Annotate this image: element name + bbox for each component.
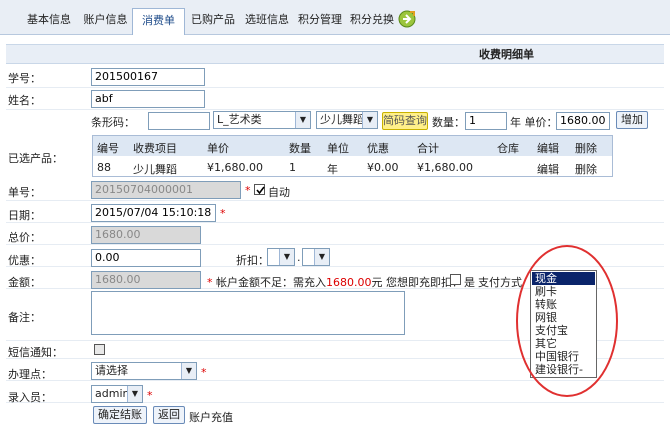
required-mark: *	[245, 184, 251, 197]
receipt-header: 收费明细单	[6, 44, 664, 64]
order-no-label: 单号：	[8, 186, 41, 199]
price-input[interactable]: 1680.00	[556, 112, 610, 130]
col-header-delete: 删除	[575, 142, 597, 155]
remark-label: 备注：	[8, 311, 41, 324]
col-header-price: 单价	[207, 142, 229, 155]
category-select[interactable]: L_艺术类 ▼	[213, 111, 311, 129]
chevron-down-icon: ▼	[181, 363, 196, 379]
sms-label: 短信通知：	[8, 346, 63, 359]
remark-textarea[interactable]	[91, 291, 405, 335]
order-no-input: 20150704000001	[91, 181, 241, 199]
amount-input: 1680.00	[91, 271, 201, 289]
col-header-edit: 编辑	[537, 142, 559, 155]
col-header-id: 编号	[97, 142, 119, 155]
student-id-label: 学号：	[8, 72, 41, 85]
yes-label: 是	[464, 276, 475, 289]
required-mark: *	[220, 207, 226, 220]
category-select-value: L_艺术类	[217, 113, 262, 126]
col-header-total: 合计	[417, 142, 439, 155]
operator-select[interactable]: admin ▼	[91, 385, 143, 403]
tab-points-exchange[interactable]: 积分兑换	[346, 10, 398, 30]
cell-total: ¥1,680.00	[417, 161, 473, 174]
name-input[interactable]: abf	[91, 90, 205, 108]
auto-checkbox[interactable]	[254, 184, 265, 195]
name-label: 姓名：	[8, 94, 41, 107]
tab-purchased[interactable]: 已购产品	[186, 10, 240, 30]
col-header-unit: 单位	[327, 142, 349, 155]
total-input: 1680.00	[91, 226, 201, 244]
branch-label: 办理点：	[8, 368, 52, 381]
col-header-item: 收费项目	[133, 142, 177, 155]
amount-label: 金额：	[8, 276, 41, 289]
tab-consumption[interactable]: 消费单	[132, 8, 185, 35]
operator-select-value: admin	[95, 387, 130, 400]
add-button[interactable]: 增加	[616, 111, 648, 129]
cell-price: ¥1,680.00	[207, 161, 263, 174]
barcode-input[interactable]	[148, 112, 210, 130]
item-select[interactable]: 少儿舞蹈 ▼	[316, 111, 378, 129]
chevron-down-icon: ▼	[295, 112, 310, 128]
confirm-checkout-button[interactable]: 确定结账	[93, 406, 147, 424]
edit-link[interactable]: 编辑	[537, 161, 559, 177]
chevron-down-icon: ▼	[279, 249, 294, 265]
tab-points[interactable]: 积分管理	[294, 10, 346, 30]
student-id-input[interactable]: 201500167	[91, 68, 205, 86]
col-header-qty: 数量	[289, 142, 311, 155]
branch-select[interactable]: 请选择 ▼	[91, 362, 197, 380]
discount-input[interactable]: 0.00	[91, 249, 201, 267]
required-mark: *	[147, 389, 153, 402]
qty-input[interactable]: 1	[465, 112, 507, 130]
rebate-select-int[interactable]: ▼	[267, 248, 295, 266]
date-input[interactable]: 2015/07/04 15:10:18	[91, 204, 216, 222]
highlight-circle	[516, 245, 618, 397]
cell-item: 少儿舞蹈	[133, 163, 177, 176]
rebate-label: 折扣：	[236, 254, 269, 267]
discount-label: 优惠：	[8, 254, 41, 267]
price-label: 年 单价：	[510, 116, 558, 129]
tab-basic-info[interactable]: 基本信息	[20, 10, 78, 30]
cell-unit: 年	[327, 163, 338, 176]
selected-products-label: 已选产品：	[8, 152, 63, 165]
branch-select-value: 请选择	[95, 364, 128, 377]
total-label: 总价：	[8, 231, 41, 244]
chevron-down-icon: ▼	[127, 386, 142, 402]
qty-label: 数量：	[432, 116, 465, 129]
pay-method-label: 支付方式	[478, 276, 522, 289]
rebate-dot: .	[297, 251, 301, 264]
insufficient-amount: 1680.00	[326, 276, 372, 289]
date-label: 日期：	[8, 209, 41, 222]
cell-discount: ¥0.00	[367, 161, 399, 174]
auto-label: 自动	[268, 186, 290, 199]
insufficient-message: * 帐户金额不足：需充入1680.00元 您想即充即扣？	[207, 274, 463, 290]
chevron-down-icon: ▼	[314, 249, 329, 265]
instant-charge-checkbox[interactable]	[450, 274, 461, 285]
chevron-down-icon: ▼	[362, 112, 377, 128]
item-select-value: 少儿舞蹈	[320, 113, 364, 126]
next-arrow-icon[interactable]	[398, 10, 416, 28]
recharge-link[interactable]: 账户充值	[189, 409, 233, 425]
sms-checkbox[interactable]	[94, 344, 105, 355]
delete-link[interactable]: 删除	[575, 161, 597, 177]
back-button[interactable]: 返回	[153, 406, 185, 424]
col-header-discount: 优惠	[367, 142, 389, 155]
required-mark: *	[207, 276, 213, 289]
insufficient-pre: 帐户金额不足：需充入	[216, 276, 326, 289]
operator-label: 录入员：	[8, 391, 52, 404]
rebate-select-dec[interactable]: ▼	[302, 248, 330, 266]
cell-id: 88	[97, 161, 111, 174]
barcode-label: 条形码：	[91, 116, 135, 129]
tab-account-info[interactable]: 账户信息	[78, 10, 133, 30]
tab-class-selection[interactable]: 选班信息	[240, 10, 294, 30]
col-header-warehouse: 仓库	[497, 142, 519, 155]
cell-qty: 1	[289, 161, 296, 174]
required-mark: *	[201, 366, 207, 379]
product-table: 编号 收费项目 单价 数量 单位 优惠 合计 仓库 编辑 删除 88 少儿舞蹈 …	[92, 135, 613, 177]
barcode-query-button[interactable]: 简码查询	[382, 112, 428, 130]
